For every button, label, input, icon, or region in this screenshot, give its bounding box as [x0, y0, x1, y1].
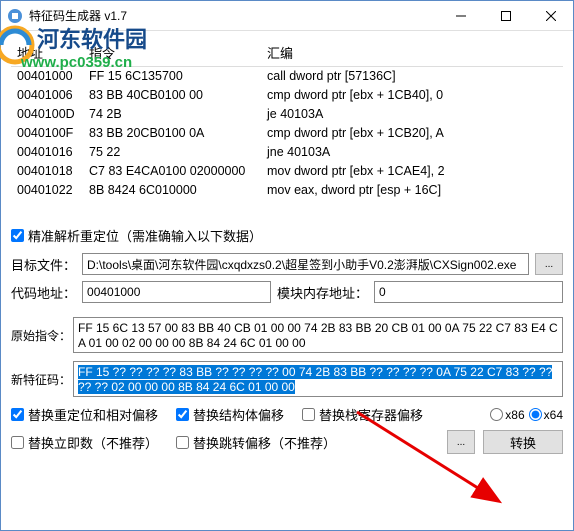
orig-instr-input[interactable]: FF 15 6C 13 57 00 83 BB 40 CB 01 00 00 7…: [73, 317, 563, 353]
x86-radio[interactable]: [490, 408, 503, 421]
new-sig-input[interactable]: FF 15 ?? ?? ?? ?? 83 BB ?? ?? ?? ?? 00 7…: [73, 361, 563, 397]
replace-reloc-checkbox[interactable]: [11, 408, 24, 421]
table-header: 地址 指令 汇编: [11, 39, 563, 67]
replace-stack-checkbox[interactable]: [302, 408, 315, 421]
table-row[interactable]: 0040101675 22jne 40103A: [11, 143, 563, 162]
orig-instr-label: 原始指令：: [11, 327, 73, 344]
table-row[interactable]: 0040100683 BB 40CB0100 00cmp dword ptr […: [11, 86, 563, 105]
target-file-label: 目标文件：: [11, 255, 76, 274]
parse-reloc-checkbox[interactable]: [11, 229, 24, 242]
code-addr-input[interactable]: [82, 281, 271, 303]
header-instruction: 指令: [89, 43, 267, 62]
window-title: 特征码生成器 v1.7: [29, 7, 438, 24]
replace-struct-checkbox[interactable]: [176, 408, 189, 421]
table-row[interactable]: 00401018C7 83 E4CA0100 02000000mov dword…: [11, 162, 563, 181]
target-file-input[interactable]: [82, 253, 529, 275]
disassembly-table[interactable]: 00401000FF 15 6C135700call dword ptr [57…: [11, 67, 563, 200]
app-icon: [7, 8, 23, 24]
convert-button[interactable]: 转换: [483, 430, 563, 454]
code-addr-label: 代码地址：: [11, 283, 76, 302]
parse-reloc-label: 精准解析重定位（需准确输入以下数据）: [28, 226, 262, 245]
more-button[interactable]: ...: [447, 430, 475, 454]
header-address: 地址: [11, 43, 89, 62]
table-row[interactable]: 004010228B 8424 6C010000mov eax, dword p…: [11, 181, 563, 200]
table-row[interactable]: 00401000FF 15 6C135700call dword ptr [57…: [11, 67, 563, 86]
x64-radio[interactable]: [529, 408, 542, 421]
replace-jmp-checkbox[interactable]: [176, 436, 189, 449]
module-addr-input[interactable]: [374, 281, 563, 303]
module-addr-label: 模块内存地址：: [277, 283, 368, 302]
new-sig-label: 新特征码：: [11, 371, 73, 388]
header-assembly: 汇编: [267, 43, 563, 62]
close-button[interactable]: [528, 1, 573, 30]
table-row[interactable]: 0040100D74 2Bje 40103A: [11, 105, 563, 124]
browse-button[interactable]: ...: [535, 253, 563, 275]
maximize-button[interactable]: [483, 1, 528, 30]
table-row[interactable]: 0040100F83 BB 20CB0100 0Acmp dword ptr […: [11, 124, 563, 143]
titlebar: 特征码生成器 v1.7: [1, 1, 573, 31]
replace-imm-checkbox[interactable]: [11, 436, 24, 449]
minimize-button[interactable]: [438, 1, 483, 30]
